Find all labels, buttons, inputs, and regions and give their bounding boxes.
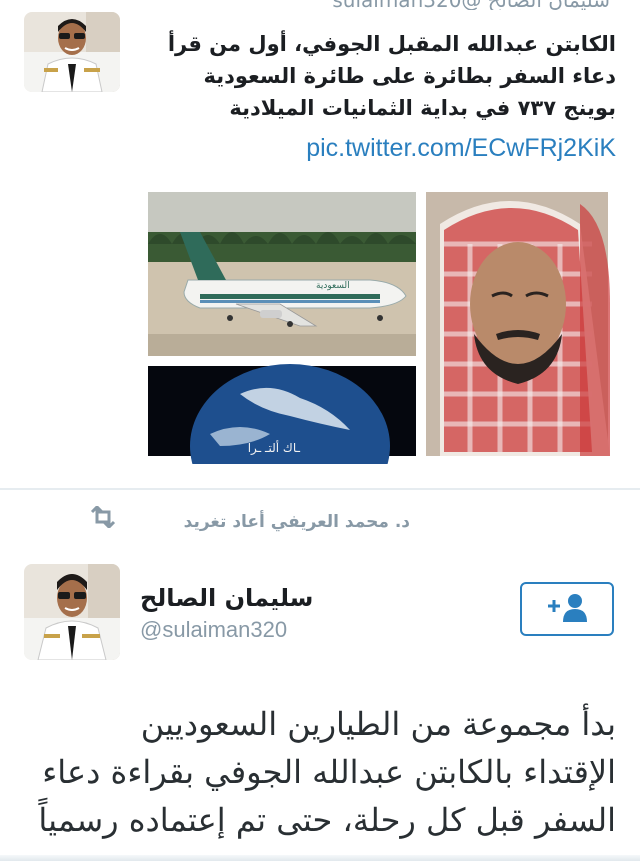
- retweet-label[interactable]: د. محمد العريفي أعاد تغريد: [184, 512, 410, 532]
- tweet-line: بدأ مجموعة من الطيارين السعوديين: [140, 705, 616, 743]
- tweet-line: السفر قبل كل رحلة، حتى تم إعتماده رسمياً: [38, 801, 616, 839]
- tweet-header-fragment: سليمان الصالح @sulaiman320: [0, 0, 640, 10]
- add-user-icon: [544, 592, 590, 626]
- tweet-body: بدأ مجموعة من الطيارين السعوديين الإقتدا…: [16, 700, 616, 844]
- media-images: السعودية ـاك ألتـ ـرا: [148, 192, 610, 528]
- airline-label: السعودية: [316, 281, 350, 291]
- tweet-line: دعاء السفر بطائرة على طائرة السعودية: [203, 64, 616, 88]
- tweet-line: الكابتن عبدالله المقبل الجوفي، أول من قر…: [167, 32, 616, 56]
- bottom-edge: [0, 855, 640, 861]
- retweet-icon: [88, 504, 118, 532]
- tweet-body: الكابتن عبدالله المقبل الجوفي، أول من قر…: [146, 28, 616, 124]
- follow-button[interactable]: [520, 582, 614, 636]
- previous-tweet[interactable]: سليمان الصالح @sulaiman320 الكابتن عبدال…: [0, 0, 640, 528]
- tweet-header-text: سليمان الصالح @sulaiman320: [332, 0, 610, 10]
- user-display-name[interactable]: سليمان الصالح: [140, 584, 313, 612]
- tweet-line: الإقتداء بالكابتن عبدالله الجوفي بقراءة …: [42, 753, 616, 791]
- avatar[interactable]: [24, 564, 120, 660]
- tweet-media-link[interactable]: pic.twitter.com/ECwFRj2KiK: [306, 134, 616, 163]
- tweet-media-collage[interactable]: السعودية ـاك ألتـ ـرا: [140, 184, 618, 528]
- retweet-context[interactable]: د. محمد العريفي أعاد تغريد: [0, 490, 640, 552]
- svg-text:ـاك ألتـ ـرا: ـاك ألتـ ـرا: [248, 440, 301, 456]
- user-handle[interactable]: @sulaiman320: [140, 617, 287, 643]
- avatar[interactable]: [24, 12, 120, 92]
- tweet-line: بوينج ٧٣٧ في بداية الثمانيات الميلادية: [229, 96, 616, 120]
